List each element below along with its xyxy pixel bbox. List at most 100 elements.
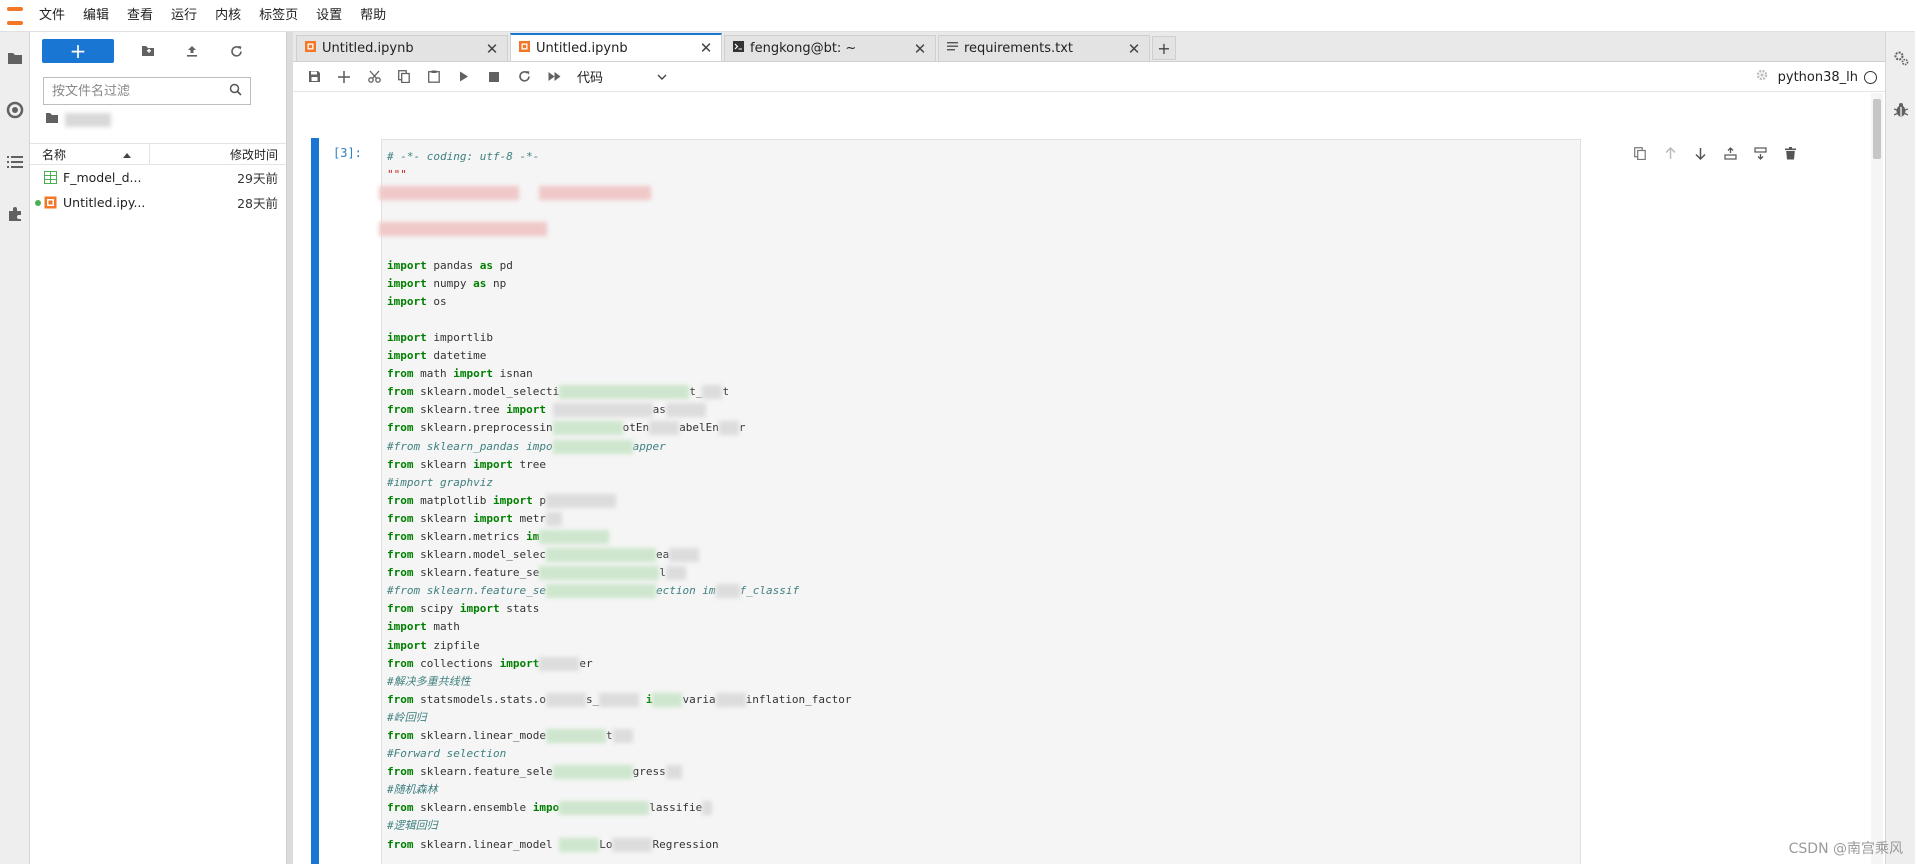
code-line: from collections import er xyxy=(387,656,593,671)
close-icon[interactable]: ✕ xyxy=(699,39,713,57)
duplicate-cell-icon[interactable] xyxy=(1625,143,1655,163)
new-folder-button[interactable] xyxy=(128,39,168,63)
tab-untitled-notebook-1[interactable]: Untitled.ipynb ✕ xyxy=(296,35,508,61)
right-sidebar xyxy=(1885,32,1915,864)
menu-run[interactable]: 运行 xyxy=(162,0,206,32)
menu-help[interactable]: 帮助 xyxy=(351,0,395,32)
code-line: #岭回归 xyxy=(387,710,427,724)
code-line: import pandas as pd xyxy=(387,258,513,272)
notebook-scrollbar[interactable] xyxy=(1871,93,1883,864)
file-browser-toolbar: + xyxy=(30,32,286,70)
add-tab-button[interactable]: + xyxy=(1152,36,1176,60)
code-line: #import graphviz xyxy=(387,475,493,489)
file-list: F_model_d... 29天前 Untitled.ipy... 28天前 xyxy=(30,165,286,215)
cell-prompt: [3]: xyxy=(333,146,362,160)
save-button[interactable] xyxy=(299,65,329,89)
code-line: """ xyxy=(387,168,407,182)
stop-icon[interactable] xyxy=(479,65,509,89)
notebook-icon xyxy=(305,41,316,56)
file-browser: + 名称 修改时间 xyxy=(30,32,287,864)
file-modified: 28天前 xyxy=(237,196,278,211)
text-file-icon xyxy=(947,41,958,56)
menu-file[interactable]: 文件 xyxy=(30,0,74,32)
code-line: from sklearn.feature_se l xyxy=(387,564,1580,582)
cell-collapser[interactable] xyxy=(311,138,319,864)
file-name: F_model_d... xyxy=(63,170,142,185)
fast-forward-icon[interactable] xyxy=(539,65,569,89)
move-up-icon[interactable] xyxy=(1655,143,1685,163)
cell-type-select[interactable]: 代码 xyxy=(577,67,667,86)
cell-type-value: 代码 xyxy=(577,71,604,86)
column-name-label: 名称 xyxy=(42,147,67,162)
code-line: import math xyxy=(387,620,460,634)
breadcrumb xyxy=(30,105,286,135)
file-filter-input[interactable] xyxy=(52,83,229,99)
column-modified-header[interactable]: 修改时间 xyxy=(150,146,286,163)
column-name-header[interactable]: 名称 xyxy=(30,143,150,165)
scrollbar-thumb[interactable] xyxy=(1873,99,1881,159)
kernel-name[interactable]: python38_lh xyxy=(1778,70,1858,85)
tab-terminal[interactable]: fengkong@bt: ~ ✕ xyxy=(724,35,936,61)
code-line: #from sklearn.feature_se ection im f_class… xyxy=(387,584,800,599)
restart-icon[interactable] xyxy=(509,65,539,89)
close-icon[interactable]: ✕ xyxy=(485,40,499,58)
file-row[interactable]: F_model_d... 29天前 xyxy=(30,165,286,190)
paste-icon[interactable] xyxy=(419,65,449,89)
home-folder-icon[interactable] xyxy=(45,112,59,128)
insert-below-icon[interactable] xyxy=(1745,143,1775,163)
run-icon[interactable] xyxy=(449,65,479,89)
code-line: #随机森林 xyxy=(387,783,438,797)
code-line: from sklearn.model_selecti t_ t xyxy=(387,385,730,400)
search-icon xyxy=(229,83,242,100)
insert-above-icon[interactable] xyxy=(1715,143,1745,163)
menu-settings[interactable]: 设置 xyxy=(307,0,351,32)
code-line: import datetime xyxy=(387,349,487,363)
code-line: from scipy import stats xyxy=(387,602,540,616)
code-line: from sklearn.model_selec ea xyxy=(387,546,1580,564)
menu-tabs[interactable]: 标签页 xyxy=(250,0,307,32)
code-line: from sklearn import metr xyxy=(387,510,1580,528)
jupyter-logo-icon xyxy=(0,0,30,32)
property-inspector-icon[interactable] xyxy=(1886,32,1915,84)
code-line: from statsmodels.stats.o s_ i varia inflati… xyxy=(387,692,852,707)
file-name: Untitled.ipy... xyxy=(63,195,146,210)
tab-requirements[interactable]: requirements.txt ✕ xyxy=(938,35,1150,61)
insert-cell-button[interactable] xyxy=(329,65,359,89)
code-line: from sklearn.linear_mode t xyxy=(387,727,1580,745)
watermark-text: CSDN @南宫乘风 xyxy=(1788,841,1903,857)
tab-untitled-notebook-2[interactable]: Untitled.ipynb ✕ xyxy=(510,33,722,61)
tab-label: fengkong@bt: ~ xyxy=(750,41,857,56)
chevron-down-icon xyxy=(657,69,667,84)
notebook-icon xyxy=(519,40,530,56)
toc-icon[interactable] xyxy=(0,136,30,188)
folder-icon[interactable] xyxy=(0,32,30,84)
menu-bar: 文件 编辑 查看 运行 内核 标签页 设置 帮助 xyxy=(0,0,1915,32)
code-line: from sklearn.feature_sele gress xyxy=(387,763,1580,781)
menu-view[interactable]: 查看 xyxy=(118,0,162,32)
upload-button[interactable] xyxy=(172,39,212,63)
menu-edit[interactable]: 编辑 xyxy=(74,0,118,32)
copy-icon[interactable] xyxy=(389,65,419,89)
code-line: #解决多重共线性 xyxy=(387,674,471,688)
delete-cell-icon[interactable] xyxy=(1775,143,1805,163)
code-line: from sklearn.metrics im xyxy=(387,528,1580,546)
refresh-button[interactable] xyxy=(216,39,256,63)
tab-label: Untitled.ipynb xyxy=(536,40,628,56)
kernel-status-icon xyxy=(1864,70,1877,84)
menu-kernel[interactable]: 内核 xyxy=(206,0,250,32)
file-filter-search[interactable] xyxy=(43,77,251,105)
extension-icon[interactable] xyxy=(0,188,30,240)
close-icon[interactable]: ✕ xyxy=(913,40,927,58)
notebook-icon xyxy=(43,196,57,210)
cut-icon[interactable] xyxy=(359,65,389,89)
debugger-icon[interactable] xyxy=(1886,84,1915,136)
close-icon[interactable]: ✕ xyxy=(1127,40,1141,58)
code-cell-editor[interactable]: # -*- coding: utf-8 -*- """ import panda… xyxy=(379,139,1581,864)
gear-icon xyxy=(1756,69,1768,85)
kernel-indicator: python38_lh xyxy=(1756,62,1877,92)
file-row[interactable]: Untitled.ipy... 28天前 xyxy=(30,190,286,215)
move-down-icon[interactable] xyxy=(1685,143,1715,163)
code-line: #逻辑回归 xyxy=(387,819,438,833)
new-launcher-button[interactable]: + xyxy=(42,39,114,63)
running-icon[interactable] xyxy=(0,84,30,136)
